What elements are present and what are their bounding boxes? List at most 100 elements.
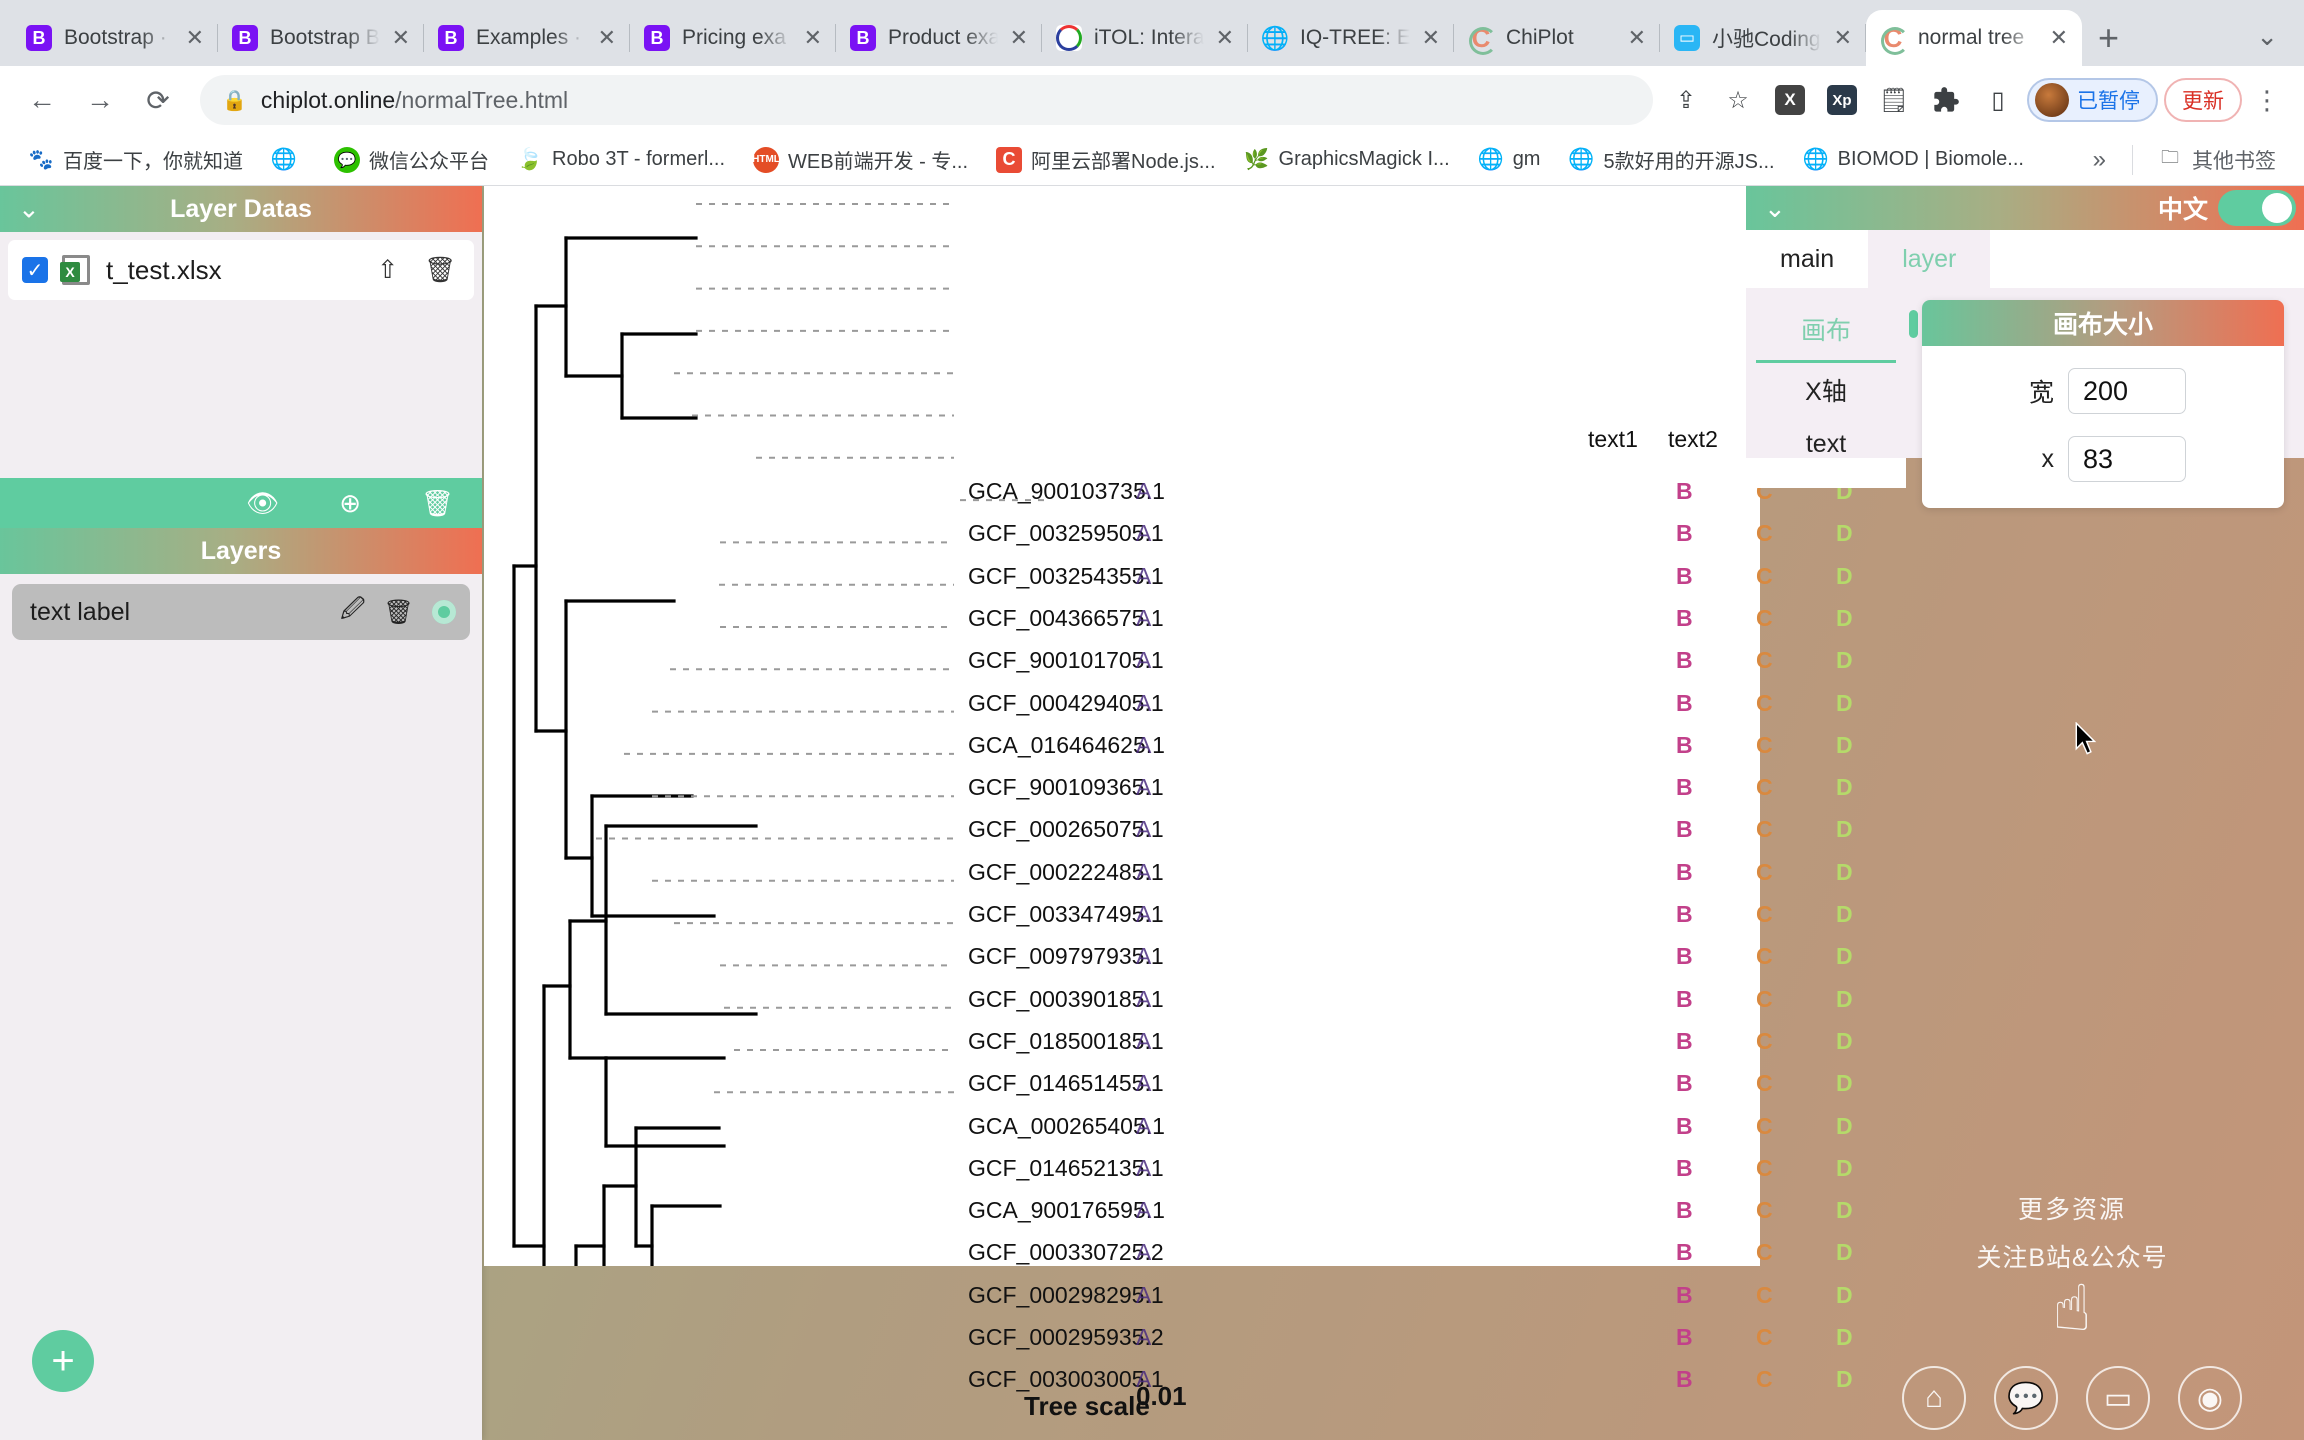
close-icon[interactable]: ✕ bbox=[804, 25, 822, 51]
tree-leaf-label[interactable]: GCF_000429405.1 bbox=[968, 690, 1164, 717]
cell-text4[interactable]: D bbox=[1836, 1028, 1853, 1055]
cell-text4[interactable]: D bbox=[1836, 690, 1853, 717]
browser-tab-active[interactable]: C normal tree ✕ bbox=[1866, 10, 2082, 66]
scrollbar-thumb[interactable] bbox=[1909, 310, 1918, 338]
tree-leaf-label[interactable]: GCF_003259505.1 bbox=[968, 520, 1164, 547]
extension-x-icon[interactable]: X bbox=[1767, 77, 1813, 123]
cell-text2[interactable]: B bbox=[1676, 1282, 1693, 1309]
browser-tab[interactable]: B Product exa ✕ bbox=[836, 10, 1042, 66]
bilibili-icon[interactable]: ▭ bbox=[2086, 1366, 2150, 1430]
other-bookmarks-button[interactable]: 🗀 其他书签 bbox=[2145, 140, 2288, 180]
cell-text2[interactable]: B bbox=[1676, 605, 1693, 632]
cell-text4[interactable]: D bbox=[1836, 1366, 1853, 1393]
cell-text3[interactable]: C bbox=[1756, 943, 1773, 970]
side-panel-icon[interactable]: ▯ bbox=[1975, 77, 2021, 123]
bookmark-item[interactable]: 🌐 5款好用的开源JS... bbox=[1556, 140, 1786, 179]
cell-text2[interactable]: B bbox=[1676, 478, 1693, 505]
tree-leaf-label[interactable]: GCF_000222485.1 bbox=[968, 859, 1164, 886]
extension-xp-icon[interactable]: Xp bbox=[1819, 77, 1865, 123]
close-icon[interactable]: ✕ bbox=[392, 25, 410, 51]
cell-text4[interactable]: D bbox=[1836, 901, 1853, 928]
checkbox[interactable]: ✓ bbox=[22, 257, 48, 283]
add-circle-icon[interactable]: ⊕ bbox=[339, 488, 361, 519]
cell-text3[interactable]: C bbox=[1756, 986, 1773, 1013]
x-input[interactable] bbox=[2068, 436, 2186, 482]
cell-text2[interactable]: B bbox=[1676, 943, 1693, 970]
back-button[interactable]: ← bbox=[18, 76, 66, 124]
tree-leaf-label[interactable]: GCF_004366575.1 bbox=[968, 605, 1164, 632]
reload-button[interactable]: ⟳ bbox=[134, 76, 182, 124]
cell-text4[interactable]: D bbox=[1836, 1155, 1853, 1182]
tree-leaf-label[interactable]: GCF_003003005.1 bbox=[968, 1366, 1164, 1393]
tree-leaf-label[interactable]: GCF_003347495.1 bbox=[968, 901, 1164, 928]
add-layer-button[interactable]: + bbox=[32, 1330, 94, 1392]
trash-icon[interactable]: 🗑 bbox=[384, 598, 414, 627]
language-toggle[interactable] bbox=[2218, 190, 2296, 226]
browser-tab[interactable]: iTOL: Intera ✕ bbox=[1042, 10, 1248, 66]
close-icon[interactable]: ✕ bbox=[1628, 25, 1646, 51]
bookmark-item[interactable]: 🌐 bbox=[259, 142, 318, 178]
cell-text3[interactable]: C bbox=[1756, 901, 1773, 928]
list-item[interactable]: ✓ X t_test.xlsx ⇧ 🗑 bbox=[8, 240, 474, 300]
tab-search-icon[interactable]: ⌄ bbox=[2256, 21, 2304, 66]
profile-button[interactable]: 已暂停 bbox=[2027, 78, 2158, 122]
cell-text3[interactable]: C bbox=[1756, 1239, 1773, 1266]
close-icon[interactable]: ✕ bbox=[1216, 25, 1234, 51]
close-icon[interactable]: ✕ bbox=[2050, 25, 2068, 51]
browser-tab[interactable]: ▭ 小驰Coding ✕ bbox=[1660, 10, 1866, 66]
visibility-dot-icon[interactable] bbox=[432, 600, 456, 624]
cell-text2[interactable]: B bbox=[1676, 647, 1693, 674]
bookmark-item[interactable]: 🌿 GraphicsMagick I... bbox=[1232, 142, 1462, 178]
tree-leaf-label[interactable]: GCF_014651455.1 bbox=[968, 1070, 1164, 1097]
cell-text3[interactable]: C bbox=[1756, 859, 1773, 886]
cell-text2[interactable]: B bbox=[1676, 986, 1693, 1013]
browser-tab[interactable]: B Bootstrap B ✕ bbox=[218, 10, 424, 66]
cell-text2[interactable]: B bbox=[1676, 774, 1693, 801]
tree-leaf-label[interactable]: GCF_003254355.1 bbox=[968, 563, 1164, 590]
cell-text4[interactable]: D bbox=[1836, 774, 1853, 801]
cell-text4[interactable]: D bbox=[1836, 1070, 1853, 1097]
share-icon[interactable]: ⇪ bbox=[1663, 77, 1709, 123]
browser-tab[interactable]: C ChiPlot ✕ bbox=[1454, 10, 1660, 66]
cell-text3[interactable]: C bbox=[1756, 1028, 1773, 1055]
close-icon[interactable]: ✕ bbox=[1422, 25, 1440, 51]
close-icon[interactable]: ✕ bbox=[186, 25, 204, 51]
cell-text2[interactable]: B bbox=[1676, 1239, 1693, 1266]
weibo-icon[interactable]: ◉ bbox=[2178, 1366, 2242, 1430]
bookmark-item[interactable]: C 阿里云部署Node.js... bbox=[984, 140, 1227, 179]
cell-text2[interactable]: B bbox=[1676, 690, 1693, 717]
bookmark-item[interactable]: 🌐 gm bbox=[1466, 142, 1553, 178]
tree-leaf-label[interactable]: GCF_000295935.2 bbox=[968, 1324, 1164, 1351]
cell-text4[interactable]: D bbox=[1836, 1239, 1853, 1266]
new-tab-button[interactable]: + bbox=[2098, 20, 2119, 56]
cell-text3[interactable]: C bbox=[1756, 1324, 1773, 1351]
cell-text3[interactable]: C bbox=[1756, 1282, 1773, 1309]
cell-text3[interactable]: C bbox=[1756, 520, 1773, 547]
tree-leaf-label[interactable]: GCF_018500185.1 bbox=[968, 1028, 1164, 1055]
tree-leaf-label[interactable]: GCF_900109365.1 bbox=[968, 774, 1164, 801]
cell-text2[interactable]: B bbox=[1676, 816, 1693, 843]
cell-text4[interactable]: D bbox=[1836, 1282, 1853, 1309]
address-bar[interactable]: 🔒 chiplot.online/normalTree.html bbox=[200, 75, 1653, 125]
cell-text2[interactable]: B bbox=[1676, 859, 1693, 886]
cell-text2[interactable]: B bbox=[1676, 520, 1693, 547]
tree-canvas[interactable]: text1 text2 text3 text4 Tree scale 0.01 … bbox=[484, 186, 1878, 1421]
bookmark-item[interactable]: 💬 微信公众平台 bbox=[322, 140, 501, 179]
tree-leaf-label[interactable]: GCF_000330725.2 bbox=[968, 1239, 1164, 1266]
cell-text2[interactable]: B bbox=[1676, 1155, 1693, 1182]
cell-text2[interactable]: B bbox=[1676, 1197, 1693, 1224]
cell-text2[interactable]: B bbox=[1676, 1070, 1693, 1097]
bookmark-item[interactable]: 🐾 百度一下，你就知道 bbox=[16, 140, 255, 179]
cell-text4[interactable]: D bbox=[1836, 647, 1853, 674]
cell-text3[interactable]: C bbox=[1756, 690, 1773, 717]
cell-text4[interactable]: D bbox=[1836, 816, 1853, 843]
bookmarks-overflow-icon[interactable]: » bbox=[2079, 146, 2120, 174]
cell-text3[interactable]: C bbox=[1756, 563, 1773, 590]
tree-leaf-label[interactable]: GCF_000390185.1 bbox=[968, 986, 1164, 1013]
cell-text3[interactable]: C bbox=[1756, 1366, 1773, 1393]
cell-text4[interactable]: D bbox=[1836, 732, 1853, 759]
cell-text3[interactable]: C bbox=[1756, 732, 1773, 759]
chevron-down-icon[interactable]: ⌄ bbox=[18, 194, 40, 225]
update-button[interactable]: 更新 bbox=[2164, 78, 2242, 122]
tree-leaf-label[interactable]: GCF_900101705.1 bbox=[968, 647, 1164, 674]
